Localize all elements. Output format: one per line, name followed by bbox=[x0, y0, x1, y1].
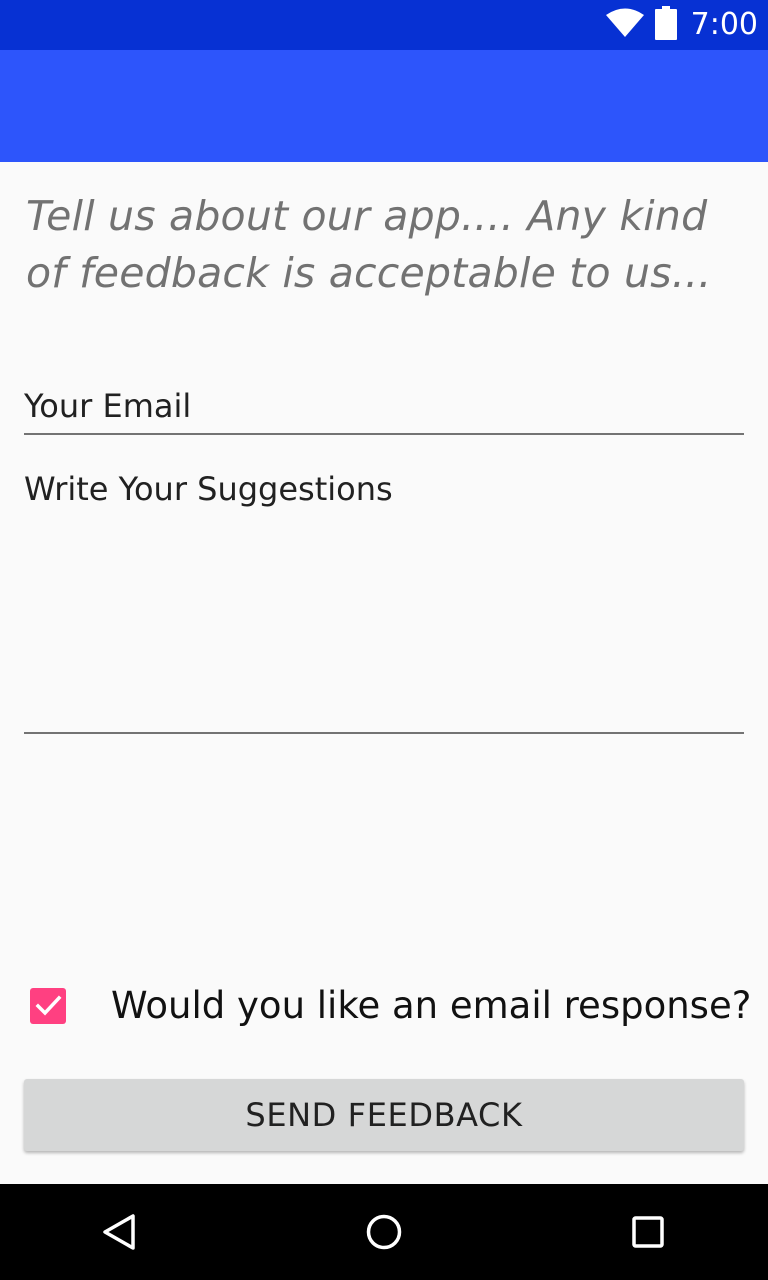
home-icon bbox=[366, 1214, 402, 1250]
navigation-bar bbox=[0, 1184, 768, 1280]
wifi-icon bbox=[605, 8, 645, 42]
app-bar bbox=[0, 50, 768, 162]
feedback-form: Tell us about our app.... Any kind of fe… bbox=[0, 162, 768, 1184]
send-feedback-button[interactable]: SEND FEEDBACK bbox=[24, 1079, 744, 1151]
back-button[interactable] bbox=[60, 1184, 180, 1280]
email-response-row: Would you like an email response? bbox=[0, 972, 768, 1042]
email-response-label[interactable]: Would you like an email response? bbox=[111, 984, 751, 1028]
status-bar: 7:00 bbox=[0, 0, 768, 50]
status-icons: 7:00 bbox=[605, 0, 758, 50]
intro-text: Tell us about our app.... Any kind of fe… bbox=[26, 192, 712, 297]
email-placeholder: Your Email bbox=[24, 387, 192, 425]
battery-icon bbox=[654, 6, 677, 44]
suggestions-field[interactable]: Write Your Suggestions bbox=[24, 462, 744, 734]
home-button[interactable] bbox=[324, 1184, 444, 1280]
status-time: 7:00 bbox=[690, 7, 758, 42]
recents-icon bbox=[632, 1216, 664, 1248]
email-response-checkbox[interactable] bbox=[30, 988, 66, 1024]
checkmark-icon bbox=[35, 995, 62, 1016]
recents-button[interactable] bbox=[588, 1184, 708, 1280]
back-icon bbox=[103, 1214, 135, 1250]
email-field[interactable]: Your Email bbox=[24, 380, 744, 435]
suggestions-placeholder: Write Your Suggestions bbox=[24, 470, 393, 508]
